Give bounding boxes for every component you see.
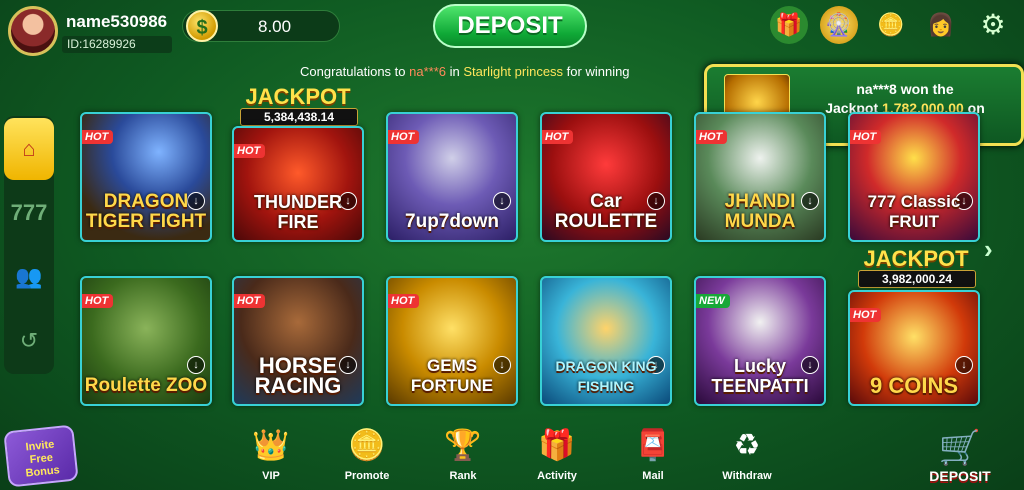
hot-badge: HOT bbox=[234, 294, 266, 308]
username: name530986 bbox=[66, 12, 168, 31]
hot-badge: HOT bbox=[542, 130, 574, 144]
game-tile[interactable]: HOT ↓ DRAGON TIGER FIGHT bbox=[80, 112, 212, 242]
download-icon: ↓ bbox=[955, 356, 973, 374]
game-title: GEMS FORTUNE bbox=[410, 356, 494, 395]
game-tile[interactable]: HOT ↓ Car ROULETTE bbox=[540, 112, 672, 242]
jackpot-label: JACKPOT bbox=[863, 246, 969, 271]
hot-badge: HOT bbox=[82, 130, 114, 144]
crown-icon: 👑 bbox=[252, 429, 290, 462]
jackpot-amount: 3,982,000.24 bbox=[858, 270, 976, 288]
balance-value: 8.00 bbox=[258, 17, 292, 36]
popup-line1: na***8 won the bbox=[856, 81, 954, 97]
nav-label: Mail bbox=[642, 470, 664, 482]
mailbox-icon: 📮 bbox=[634, 429, 672, 462]
game-tile[interactable]: HOT ↓ THUNDER FIRE bbox=[232, 126, 364, 242]
support-agent-icon[interactable]: 👩 bbox=[922, 6, 960, 44]
game-title: Roulette ZOO bbox=[84, 375, 208, 396]
history-icon[interactable]: ↺ bbox=[4, 310, 54, 372]
game-title: 7up7down bbox=[405, 211, 499, 232]
winner-marquee: Congratulations to na***6 in Starlight p… bbox=[300, 62, 720, 82]
marquee-suffix: for winning bbox=[563, 64, 630, 79]
nav-rank[interactable]: 🏆 Rank bbox=[428, 426, 498, 482]
trophy-icon: 🏆 bbox=[444, 429, 482, 462]
game-title: 777 Classic FRUIT bbox=[867, 192, 961, 231]
game-title: Lucky TEENPATTI bbox=[711, 356, 809, 396]
scroll-right-arrow-icon[interactable]: › bbox=[984, 234, 1004, 264]
hot-badge: HOT bbox=[850, 130, 882, 144]
game-title: THUNDER FIRE bbox=[254, 192, 342, 232]
nav-activity[interactable]: 🎁 Activity bbox=[522, 426, 592, 482]
game-tile[interactable]: HOT ↓ GEMS FORTUNE bbox=[386, 276, 518, 406]
game-title: HORSE RACING bbox=[254, 353, 342, 398]
download-icon: ↓ bbox=[187, 356, 205, 374]
deposit-bottom-label: DEPOSIT bbox=[929, 468, 991, 484]
nav-vip[interactable]: 👑 VIP bbox=[236, 426, 306, 482]
nav-label: Promote bbox=[344, 470, 390, 482]
deposit-cart-button[interactable]: 🛒 DEPOSIT bbox=[912, 428, 1008, 490]
game-title: DRAGON TIGER FIGHT bbox=[85, 191, 207, 232]
nav-label: VIP bbox=[262, 470, 280, 482]
game-title: 9 COINS bbox=[869, 373, 959, 398]
dollar-coin-icon: $ bbox=[186, 10, 218, 42]
hot-badge: HOT bbox=[82, 294, 114, 308]
nav-promote[interactable]: 🪙 Promote bbox=[332, 426, 402, 482]
avatar[interactable] bbox=[8, 6, 58, 56]
nav-mail[interactable]: 📮 Mail bbox=[618, 426, 688, 482]
nav-withdraw[interactable]: ♻ Withdraw bbox=[712, 426, 782, 482]
hot-badge: HOT bbox=[234, 144, 266, 158]
marquee-prefix: Congratulations to bbox=[300, 64, 410, 79]
gift-box-icon: 🎁 bbox=[538, 429, 576, 462]
hot-badge: HOT bbox=[696, 130, 728, 144]
hot-badge: HOT bbox=[388, 130, 420, 144]
game-tile[interactable]: HOT ↓ JHANDI MUNDA bbox=[694, 112, 826, 242]
game-tile[interactable]: NEW ↓ Lucky TEENPATTI bbox=[694, 276, 826, 406]
slots-777-icon[interactable]: 777 bbox=[4, 182, 54, 244]
jackpot-label: JACKPOT bbox=[245, 84, 351, 109]
bottom-nav: 👑 VIP 🪙 Promote 🏆 Rank 🎁 Activity 📮 Mail… bbox=[0, 420, 1024, 490]
game-title: JHANDI MUNDA bbox=[724, 191, 796, 232]
withdraw-arrows-icon: ♻ bbox=[733, 429, 761, 462]
hot-badge: HOT bbox=[388, 294, 420, 308]
gear-icon[interactable]: ⚙ bbox=[974, 6, 1012, 44]
top-bar: name530986 ID:16289926 $ 8.00 DEPOSIT 🎁 … bbox=[0, 0, 1024, 62]
game-tile[interactable]: HOT ↓ Roulette ZOO bbox=[80, 276, 212, 406]
download-icon: ↓ bbox=[493, 192, 511, 210]
deposit-button[interactable]: DEPOSIT bbox=[433, 4, 587, 48]
hot-badge: HOT bbox=[850, 308, 882, 322]
user-id: ID:16289926 bbox=[62, 36, 172, 53]
game-tile[interactable]: HOT ↓ HORSE RACING bbox=[232, 276, 364, 406]
home-icon[interactable]: ⌂ bbox=[4, 118, 54, 180]
game-title: Car ROULETTE bbox=[554, 191, 658, 232]
nav-label: Rank bbox=[449, 470, 477, 482]
game-tile[interactable]: HOT ↓ 777 Classic FRUIT bbox=[848, 112, 980, 242]
nav-label: Activity bbox=[537, 470, 577, 482]
marquee-middle: in bbox=[446, 64, 464, 79]
gift-icon[interactable]: 🎁 bbox=[770, 6, 808, 44]
shopping-cart-icon: 🛒 bbox=[938, 429, 982, 467]
game-tile[interactable]: ↓ DRAGON KING FISHING bbox=[540, 276, 672, 406]
coins-icon: 🪙 bbox=[348, 429, 386, 462]
spin-wheel-icon[interactable]: 🎡 bbox=[820, 6, 858, 44]
marquee-winner-name: na***6 bbox=[409, 64, 446, 79]
nav-label: Withdraw bbox=[722, 470, 772, 482]
marquee-game: Starlight princess bbox=[463, 64, 564, 79]
multiplayer-icon[interactable]: 👥 bbox=[4, 246, 54, 308]
game-tile[interactable]: HOT ↓ 9 COINS bbox=[848, 290, 980, 406]
treasure-icon[interactable]: 🪙 bbox=[872, 6, 910, 44]
new-badge: NEW bbox=[696, 294, 730, 308]
jackpot-amount: 5,384,438.14 bbox=[240, 108, 358, 126]
game-title: DRAGON KING FISHING bbox=[555, 358, 657, 394]
game-tile[interactable]: HOT ↓ 7up7down bbox=[386, 112, 518, 242]
